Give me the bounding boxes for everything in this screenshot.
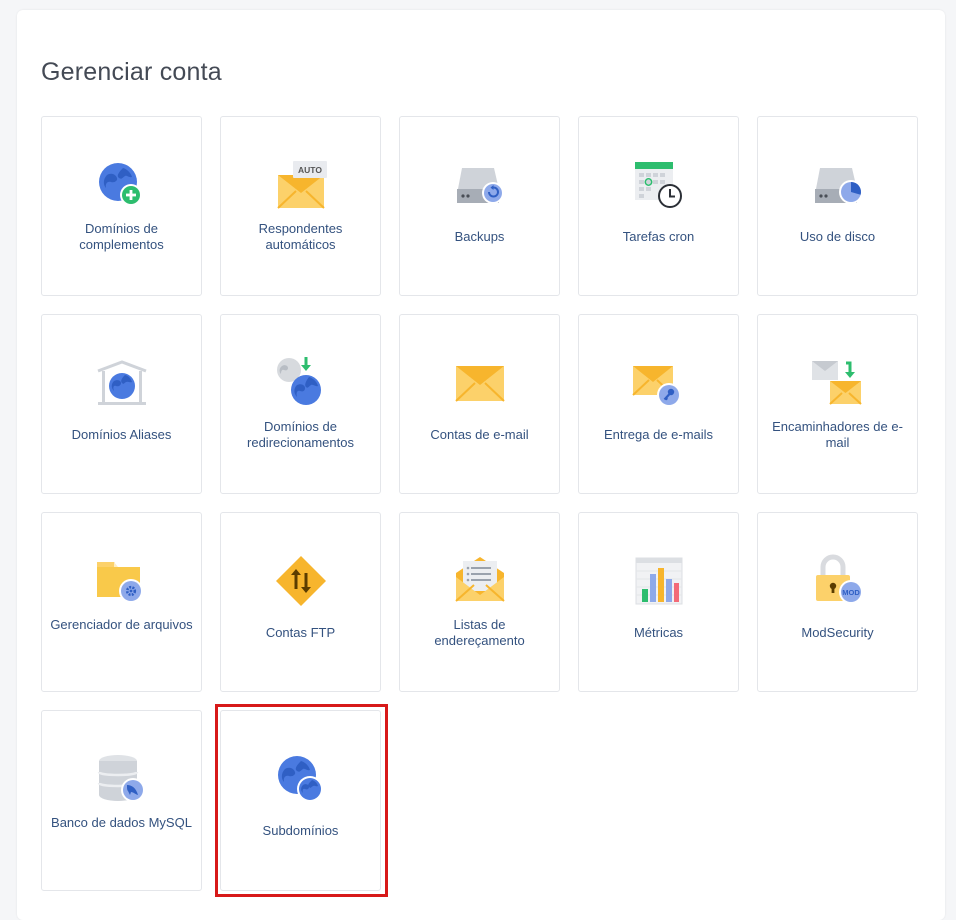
tile-label: Domínios de redirecionamentos bbox=[247, 419, 354, 450]
bar-chart-icon bbox=[631, 553, 687, 609]
tile-label: Domínios Aliases bbox=[71, 427, 172, 442]
tile-email-accounts[interactable]: Contas de e-mail bbox=[399, 314, 560, 494]
tile-label: Listas de endereçamento bbox=[434, 617, 525, 648]
page-title: Gerenciar conta bbox=[41, 58, 222, 86]
auto-badge: AUTO bbox=[298, 165, 322, 175]
globe-redirect-icon bbox=[273, 355, 329, 411]
tile-label: Contas de e-mail bbox=[430, 427, 529, 442]
envelope-list-icon bbox=[452, 553, 508, 609]
tile-modsecurity[interactable]: MOD ModSecurity bbox=[757, 512, 918, 692]
tile-label: Contas FTP bbox=[265, 625, 336, 640]
tile-label: Backups bbox=[454, 229, 505, 244]
ftp-arrows-icon bbox=[273, 553, 329, 609]
padlock-mod-icon: MOD bbox=[810, 553, 866, 609]
tile-mailing-lists[interactable]: Listas de endereçamento bbox=[399, 512, 560, 692]
tile-label: Gerenciador de arquivos bbox=[50, 617, 193, 632]
tile-label: Subdomínios bbox=[262, 823, 339, 838]
tile-email-delivery[interactable]: Entrega de e-mails bbox=[578, 314, 739, 494]
tile-label: Domínios de complementos bbox=[79, 221, 164, 252]
envelope-forward-icon bbox=[810, 355, 866, 411]
tools-grid: Domínios de complementos AUTO Respondent… bbox=[41, 116, 920, 903]
tile-autoresponders[interactable]: AUTO Respondentes automáticos bbox=[220, 116, 381, 296]
tile-aliases[interactable]: Domínios Aliases bbox=[41, 314, 202, 494]
tile-label: Encaminhadores de e-mail bbox=[772, 419, 903, 450]
tile-addon-domains[interactable]: Domínios de complementos bbox=[41, 116, 202, 296]
tile-label: Métricas bbox=[633, 625, 684, 640]
globe-plus-icon bbox=[94, 157, 150, 213]
folder-gear-icon bbox=[94, 553, 150, 609]
tile-cron-jobs[interactable]: Tarefas cron bbox=[578, 116, 739, 296]
tile-label: Entrega de e-mails bbox=[603, 427, 714, 442]
tile-redirects[interactable]: Domínios de redirecionamentos bbox=[220, 314, 381, 494]
drive-pie-icon bbox=[810, 157, 866, 213]
drive-restore-icon bbox=[452, 157, 508, 213]
tile-forwarders[interactable]: Encaminhadores de e-mail bbox=[757, 314, 918, 494]
tile-label: ModSecurity bbox=[801, 625, 874, 640]
tile-label: Respondentes automáticos bbox=[258, 221, 343, 252]
tile-file-manager[interactable]: Gerenciador de arquivos bbox=[41, 512, 202, 692]
tile-mysql-databases[interactable]: Banco de dados MySQL bbox=[41, 710, 202, 891]
envelope-icon bbox=[452, 355, 508, 411]
mod-badge: MOD bbox=[842, 588, 860, 597]
database-dolphin-icon bbox=[94, 751, 150, 807]
tile-label: Uso de disco bbox=[799, 229, 876, 244]
calendar-clock-icon bbox=[631, 157, 687, 213]
globe-shelter-icon bbox=[94, 355, 150, 411]
tile-backups[interactable]: Backups bbox=[399, 116, 560, 296]
tile-subdomains[interactable]: Subdomínios bbox=[220, 710, 381, 891]
globe-sub-icon bbox=[273, 751, 329, 807]
tile-label: Tarefas cron bbox=[622, 229, 695, 244]
tile-label: Banco de dados MySQL bbox=[51, 815, 192, 830]
envelope-key-icon bbox=[631, 355, 687, 411]
tile-metrics[interactable]: Métricas bbox=[578, 512, 739, 692]
tile-ftp-accounts[interactable]: Contas FTP bbox=[220, 512, 381, 692]
tile-disk-usage[interactable]: Uso de disco bbox=[757, 116, 918, 296]
envelope-auto-icon: AUTO bbox=[273, 157, 329, 213]
